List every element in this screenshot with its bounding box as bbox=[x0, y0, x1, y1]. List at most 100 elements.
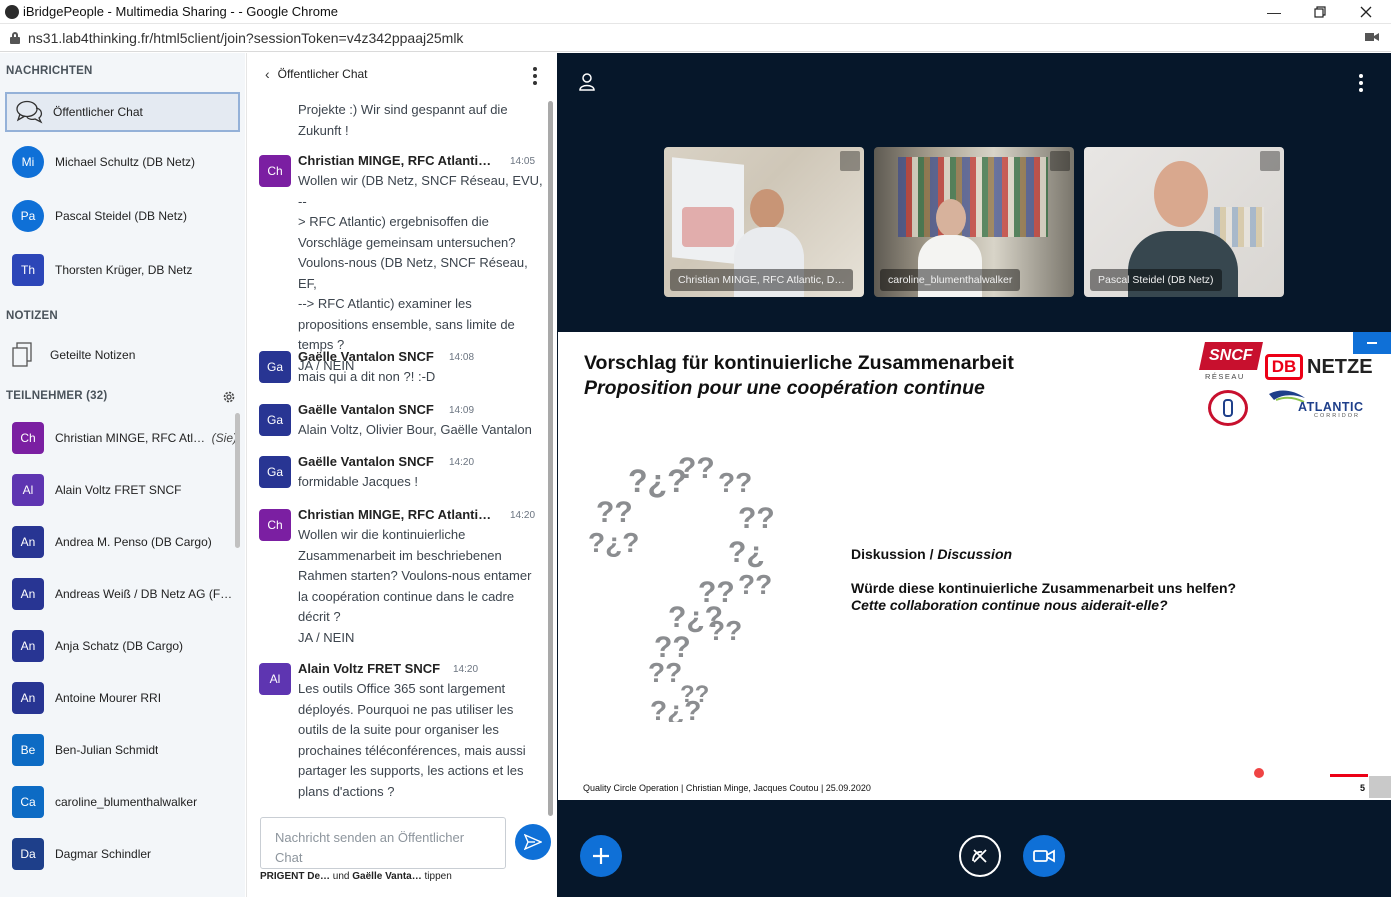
minimize-presentation-button[interactable] bbox=[1353, 332, 1391, 354]
url-text[interactable]: ns31.lab4thinking.fr/html5client/join?se… bbox=[28, 30, 463, 46]
discussion-de: Diskussion / bbox=[851, 546, 934, 562]
user-icon[interactable] bbox=[579, 73, 595, 91]
participant-item[interactable]: An Antoine Mourer RRI bbox=[12, 680, 237, 716]
participant-name: Alain Voltz FRET SNCF bbox=[55, 483, 182, 497]
avatar: An bbox=[12, 630, 44, 662]
person-head bbox=[936, 199, 966, 237]
bookshelf-image bbox=[898, 157, 1048, 237]
svg-text:?¿?: ?¿? bbox=[588, 527, 639, 558]
avatar: Ch bbox=[259, 509, 291, 541]
close-window-button[interactable] bbox=[1343, 0, 1389, 24]
camera-blocked-icon[interactable] bbox=[1365, 32, 1379, 42]
message-text: Alain Voltz, Olivier Bour, Gaëlle Vantal… bbox=[298, 422, 532, 437]
avatar: An bbox=[12, 578, 44, 610]
actions-plus-button[interactable] bbox=[580, 835, 622, 877]
reseau-label: RÉSEAU bbox=[1205, 372, 1245, 381]
notes-icon bbox=[12, 342, 32, 367]
message-time: 14:20 bbox=[510, 510, 536, 521]
you-indicator: (Sie) bbox=[211, 431, 237, 445]
avatar: Al bbox=[12, 474, 44, 506]
participant-name: Dagmar Schindler bbox=[55, 847, 152, 861]
private-chat-name: Michael Schultz (DB Netz) bbox=[55, 155, 196, 169]
avatar: An bbox=[12, 682, 44, 714]
user-list-sidebar: NACHRICHTEN Öffentlicher Chat Mi Michael… bbox=[0, 53, 245, 897]
chat-message-input[interactable]: Nachricht senden an Öffentlicher Chat bbox=[260, 817, 506, 869]
address-bar[interactable]: ns31.lab4thinking.fr/html5client/join?se… bbox=[0, 24, 1391, 52]
message-text: Wollen wir (DB Netz, SNCF Réseau, EVU, -… bbox=[298, 173, 543, 373]
video-name-label: caroline_blumenthalwalker bbox=[880, 269, 1021, 291]
send-button[interactable] bbox=[515, 824, 551, 860]
video-camera-icon bbox=[1033, 849, 1055, 863]
participant-item[interactable]: An Anja Schatz (DB Cargo) bbox=[12, 628, 237, 664]
participant-item[interactable]: Ch Christian MINGE, RFC Atlan… (Sie) bbox=[12, 420, 237, 456]
video-toggle-button[interactable] bbox=[1023, 835, 1065, 877]
typing-suffix: tippen bbox=[424, 871, 452, 882]
corridor-label: CORRIDOR bbox=[1314, 413, 1360, 419]
chat-header: ‹ Öffentlicher Chat bbox=[247, 53, 557, 95]
svg-text:??: ?? bbox=[738, 502, 775, 535]
participant-name: Anja Schatz (DB Cargo) bbox=[55, 639, 184, 653]
rfc-roundel-logo bbox=[1208, 390, 1248, 426]
slide-title-fr: Proposition pour une coopération continu… bbox=[584, 377, 985, 399]
participant-name: Andreas Weiß / DB Netz AG (Fa… bbox=[55, 587, 237, 601]
message-author: Gaëlle Vantalon SNCF bbox=[298, 454, 434, 469]
private-chat-item[interactable]: Pa Pascal Steidel (DB Netz) bbox=[12, 198, 237, 234]
chat-message: Ch Christian MINGE, RFC Atlanti… 14:20 Woll… bbox=[259, 507, 549, 657]
minimize-window-button[interactable]: — bbox=[1251, 0, 1297, 24]
fullscreen-icon[interactable] bbox=[1369, 776, 1391, 798]
public-chat-item[interactable]: Öffentlicher Chat bbox=[5, 92, 240, 132]
discussion-heading: Diskussion / Discussion bbox=[851, 546, 1012, 562]
private-chat-item[interactable]: Th Thorsten Krüger, DB Netz bbox=[12, 252, 237, 288]
participants-scrollbar[interactable] bbox=[235, 413, 240, 548]
restore-window-button[interactable] bbox=[1297, 0, 1343, 24]
options-menu-icon[interactable] bbox=[1359, 74, 1363, 92]
private-chat-name: Thorsten Krüger, DB Netz bbox=[55, 263, 193, 277]
participant-name: caroline_blumenthalwalker bbox=[55, 795, 198, 809]
audio-toggle-button[interactable] bbox=[959, 835, 1001, 877]
message-author: Christian MINGE, RFC Atlanti… bbox=[298, 153, 492, 168]
participant-item[interactable]: An Andreas Weiß / DB Netz AG (Fa… bbox=[12, 576, 237, 612]
expand-icon[interactable] bbox=[840, 151, 860, 171]
lock-icon bbox=[10, 31, 20, 44]
message-time: 14:08 bbox=[449, 352, 475, 363]
chat-options-icon[interactable] bbox=[533, 67, 537, 85]
participant-name: Antoine Mourer RRI bbox=[55, 691, 162, 705]
chat-message: Ga Gaëlle Vantalon SNCF 14:08 mais qui a di… bbox=[259, 349, 549, 394]
gear-icon[interactable] bbox=[222, 390, 236, 404]
chevron-left-icon[interactable]: ‹ bbox=[265, 66, 270, 82]
audio-off-icon bbox=[972, 849, 987, 863]
participant-item[interactable]: Al Alain Voltz FRET SNCF bbox=[12, 472, 237, 508]
avatar: Ch bbox=[12, 422, 44, 454]
question-fr: Cette collaboration continue nous aidera… bbox=[851, 597, 1168, 613]
close-icon bbox=[1360, 6, 1372, 18]
svg-text:?¿: ?¿ bbox=[728, 536, 765, 569]
message-time: 14:20 bbox=[449, 457, 475, 468]
typing-user-2: Gaëlle Vanta… bbox=[352, 871, 422, 882]
laser-pointer-dot bbox=[1254, 768, 1264, 778]
message-time: 14:05 bbox=[510, 156, 536, 167]
message-text: formidable Jacques ! bbox=[298, 474, 418, 489]
plus-icon bbox=[593, 848, 609, 864]
avatar: Ga bbox=[259, 351, 291, 383]
participant-item[interactable]: An Andrea M. Penso (DB Cargo) bbox=[12, 524, 237, 560]
message-text: Wollen wir die kontinuierliche Zusammena… bbox=[298, 527, 532, 645]
db-logo: DB bbox=[1265, 354, 1303, 380]
private-chat-name: Pascal Steidel (DB Netz) bbox=[55, 209, 188, 223]
private-chat-item[interactable]: Mi Michael Schultz (DB Netz) bbox=[12, 144, 237, 180]
participant-item[interactable]: Be Ben-Julian Schmidt bbox=[12, 732, 237, 768]
video-tile[interactable]: Christian MINGE, RFC Atlantic, D… bbox=[664, 147, 864, 297]
svg-text:??: ?? bbox=[680, 681, 709, 708]
participant-item[interactable]: Ca caroline_blumenthalwalker bbox=[12, 784, 237, 820]
expand-icon[interactable] bbox=[1050, 151, 1070, 171]
sncf-logo: SNCF bbox=[1199, 342, 1263, 370]
expand-icon[interactable] bbox=[1260, 151, 1280, 171]
video-tile[interactable]: Pascal Steidel (DB Netz) bbox=[1084, 147, 1284, 297]
participant-item[interactable]: Da Dagmar Schindler bbox=[12, 836, 237, 872]
chat-scrollbar[interactable] bbox=[548, 101, 553, 816]
chat-panel: ‹ Öffentlicher Chat Projekte :) Wir sind… bbox=[246, 53, 556, 897]
avatar: An bbox=[12, 526, 44, 558]
shared-notes-item[interactable]: Geteilte Notizen bbox=[12, 337, 237, 373]
svg-text:??: ?? bbox=[648, 657, 682, 688]
video-tile[interactable]: caroline_blumenthalwalker bbox=[874, 147, 1074, 297]
window-title: iBridgePeople - Multimedia Sharing - - G… bbox=[23, 4, 339, 19]
